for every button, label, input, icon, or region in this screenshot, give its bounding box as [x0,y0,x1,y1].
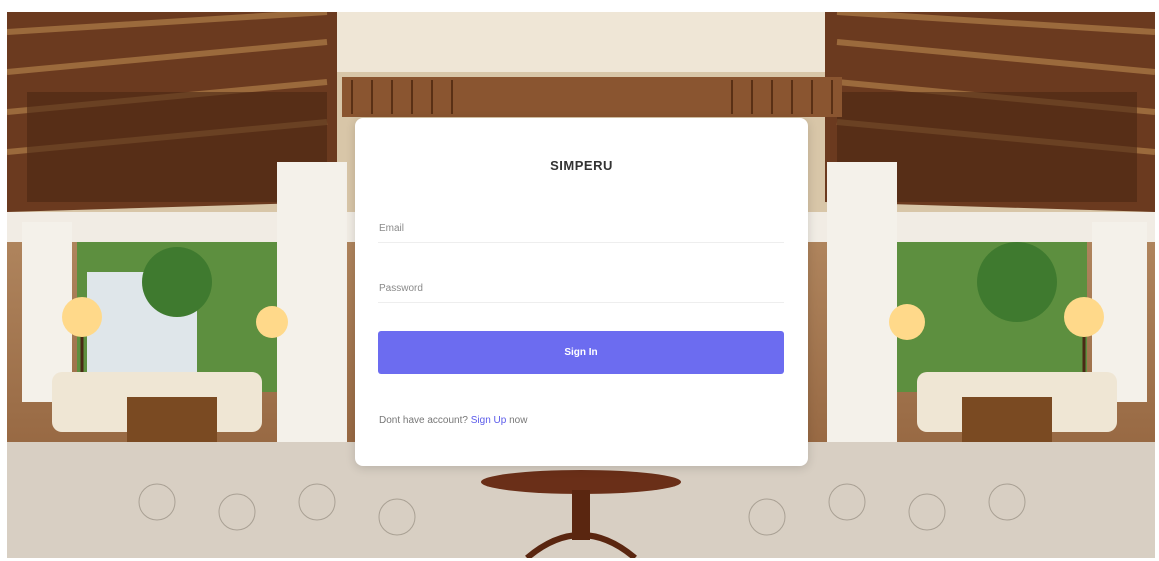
sign-in-button[interactable]: Sign In [378,331,784,374]
login-page: SIMPERU Sign In Dont have account? Sign … [0,0,1159,561]
password-field[interactable] [378,275,784,303]
signup-prompt: Dont have account? Sign Up now [379,415,527,426]
signup-prefix-text: Dont have account? [379,415,468,426]
email-field[interactable] [378,215,784,243]
login-card: SIMPERU Sign In Dont have account? Sign … [355,118,808,466]
sign-up-link[interactable]: Sign Up [471,415,507,426]
app-title: SIMPERU [550,158,613,173]
signup-suffix-text: now [509,415,528,426]
